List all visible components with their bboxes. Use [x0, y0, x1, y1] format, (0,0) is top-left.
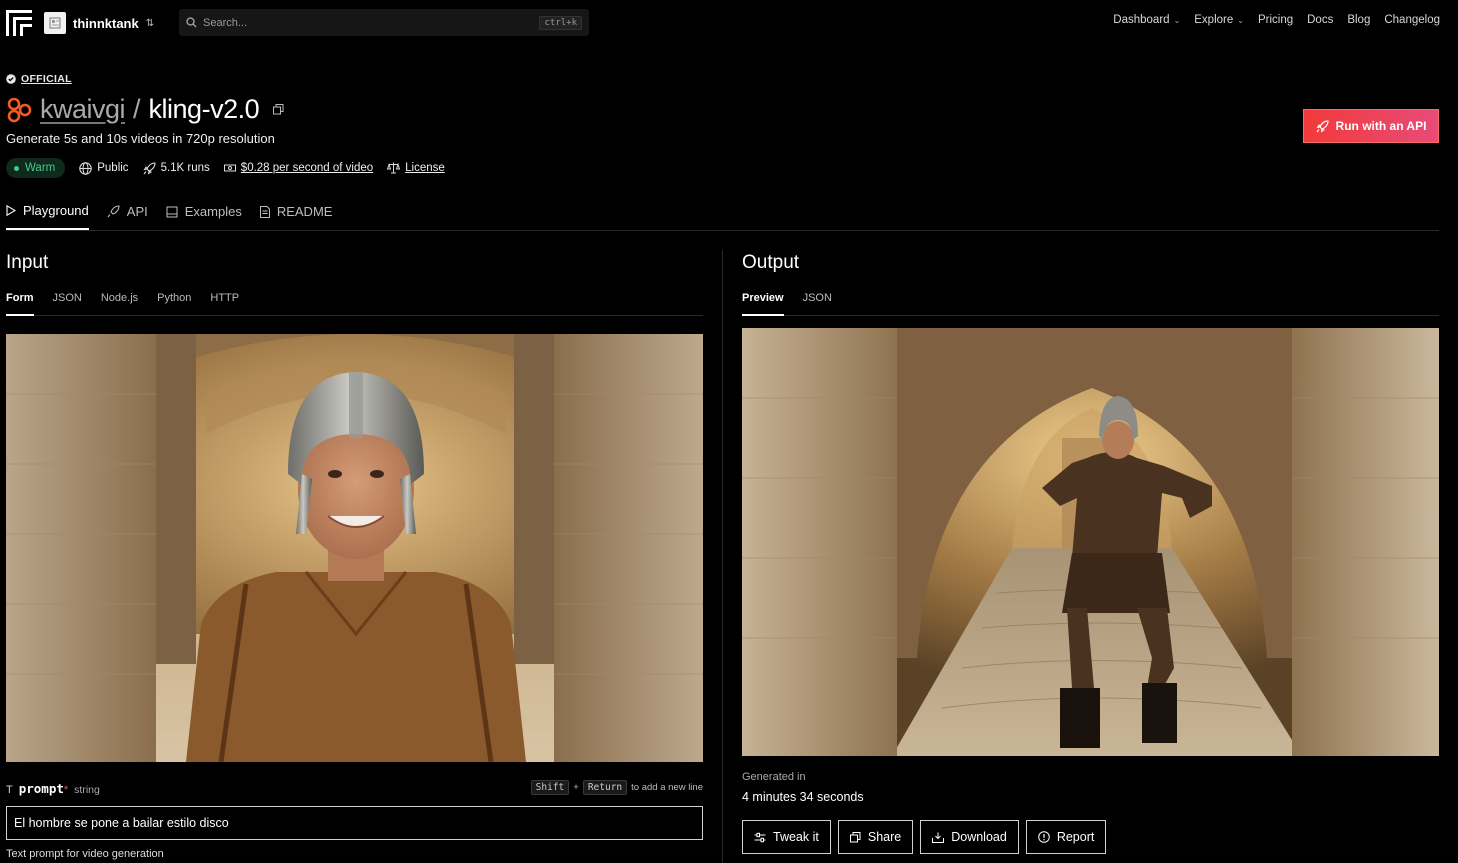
input-image [6, 334, 703, 762]
kling-logo-icon [6, 97, 32, 123]
prompt-input[interactable] [6, 806, 703, 840]
subtab-nodejs[interactable]: Node.js [101, 292, 138, 316]
org-name: thinnktank [73, 15, 139, 31]
subtab-python[interactable]: Python [157, 292, 191, 316]
subtab-preview[interactable]: Preview [742, 292, 784, 316]
model-name: kling-v2.0 [148, 94, 260, 124]
nav-dashboard[interactable]: Dashboard ⌄ [1113, 14, 1180, 26]
model-title: kwaivgi / kling-v2.0 [6, 94, 284, 125]
input-format-tabs: Form JSON Node.js Python HTTP [6, 292, 703, 316]
book-icon [166, 206, 178, 218]
title-separator: / [133, 94, 141, 124]
copy-icon [849, 831, 861, 843]
globe-icon [79, 161, 92, 175]
kbd-shift: Shift [530, 780, 570, 795]
newline-shortcut-hint: Shift + Return to add a new line [530, 780, 703, 795]
field-type: string [74, 784, 100, 796]
chevron-updown-icon: ⇅ [145, 17, 155, 29]
generation-time: 4 minutes 34 seconds [742, 790, 864, 804]
report-button[interactable]: Report [1025, 820, 1107, 854]
nav-changelog[interactable]: Changelog [1384, 14, 1440, 26]
generated-in-label: Generated in [742, 771, 806, 783]
rocket-icon [107, 205, 120, 218]
run-with-api-button[interactable]: Run with an API [1303, 109, 1439, 143]
nav-pricing[interactable]: Pricing [1258, 14, 1293, 26]
verified-icon [6, 74, 16, 84]
nav-blog[interactable]: Blog [1347, 14, 1370, 26]
required-marker: * [63, 784, 69, 796]
main-nav: Dashboard ⌄ Explore ⌄ Pricing Docs Blog Ch… [1113, 14, 1440, 26]
prompt-field-label: T prompt * string [6, 781, 100, 796]
share-button[interactable]: Share [837, 820, 914, 854]
search-icon [186, 17, 197, 28]
status-badge: Warm [6, 158, 66, 178]
alert-icon [1038, 831, 1050, 843]
tab-api[interactable]: API [107, 199, 148, 230]
search-input[interactable] [203, 16, 540, 29]
tweak-it-button[interactable]: Tweak it [742, 820, 831, 854]
model-tabs: Playground API Examples README [6, 199, 1439, 231]
chevron-down-icon: ⌄ [1173, 15, 1181, 25]
model-meta: Warm Public 5.1K runs $0.28 per second o… [6, 158, 445, 178]
output-video[interactable] [742, 328, 1439, 756]
output-title: Output [742, 252, 800, 273]
top-bar: thinnktank ⇅ ctrl+k Dashboard⌄ Explore⌄ … [0, 0, 1458, 46]
model-description: Generate 5s and 10s videos in 720p resol… [6, 131, 275, 146]
output-actions: Tweak it Share Download Report [742, 820, 1107, 854]
nav-explore[interactable]: Explore ⌄ [1194, 14, 1244, 26]
download-button[interactable]: Download [920, 820, 1019, 854]
tab-playground[interactable]: Playground [6, 199, 89, 230]
kbd-return: Return [582, 780, 628, 795]
pricing-link[interactable]: $0.28 per second of video [223, 162, 373, 174]
rocket-icon [1316, 119, 1329, 133]
chevron-down-icon: ⌄ [1237, 15, 1244, 25]
play-icon [6, 205, 16, 216]
subtab-json[interactable]: JSON [53, 292, 82, 316]
banknote-icon [223, 163, 236, 173]
nav-docs[interactable]: Docs [1307, 14, 1333, 26]
document-icon [259, 205, 270, 218]
search-shortcut: ctrl+k [539, 15, 582, 30]
logo-icon[interactable] [6, 10, 32, 36]
org-avatar [44, 12, 66, 34]
input-title: Input [6, 252, 49, 273]
license-link[interactable]: License [387, 162, 445, 174]
text-type-icon: T [6, 784, 13, 796]
model-owner-link[interactable]: kwaivgi [40, 94, 126, 125]
subtab-http[interactable]: HTTP [210, 292, 239, 316]
tab-readme[interactable]: README [259, 199, 332, 230]
visibility: Public [79, 161, 129, 175]
output-format-tabs: Preview JSON [742, 292, 1439, 316]
status-dot [14, 165, 19, 171]
download-icon [932, 832, 945, 843]
official-badge[interactable]: OFFICIAL [6, 73, 72, 85]
subtab-form[interactable]: Form [6, 292, 34, 316]
run-count: 5.1K runs [143, 161, 210, 175]
copy-icon[interactable] [273, 104, 284, 115]
panel-divider [722, 250, 723, 863]
subtab-output-json[interactable]: JSON [803, 292, 832, 316]
scale-icon [387, 162, 401, 174]
prompt-help-text: Text prompt for video generation [6, 848, 164, 860]
sliders-icon [754, 832, 766, 843]
search-bar[interactable]: ctrl+k [179, 9, 589, 36]
org-switcher[interactable]: thinnktank ⇅ [44, 12, 154, 34]
rocket-icon [143, 161, 156, 175]
tab-examples[interactable]: Examples [166, 199, 242, 230]
